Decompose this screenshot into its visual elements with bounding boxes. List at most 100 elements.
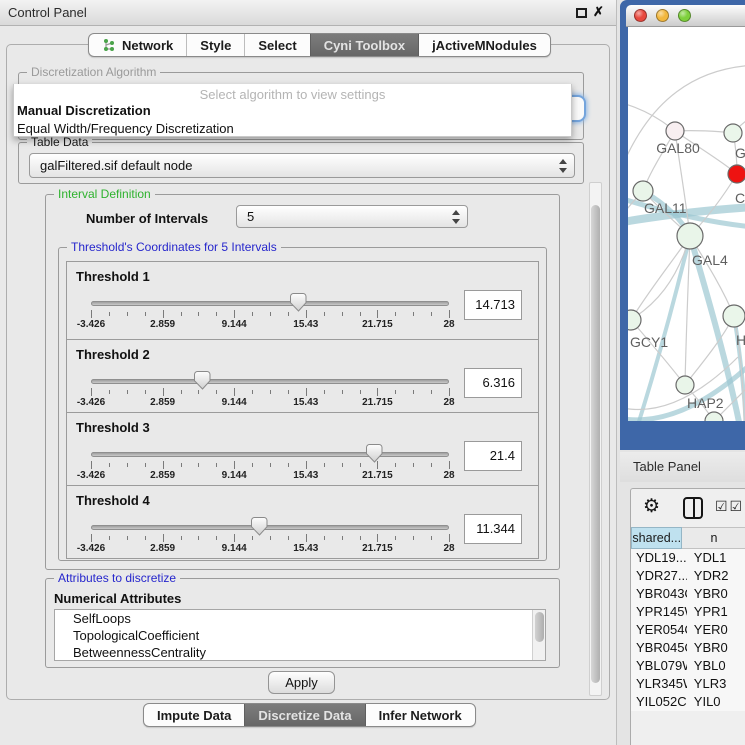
table-cell: YIL0	[687, 693, 745, 711]
slider-track[interactable]	[91, 452, 449, 457]
threshold-slider[interactable]: -3.4262.8599.14415.4321.71528	[91, 522, 449, 556]
network-node-gal11[interactable]	[633, 181, 653, 201]
table-cell: YBL0	[687, 657, 745, 675]
numerical-attributes-list[interactable]: SelfLoopsTopologicalCoefficientBetweenne…	[54, 609, 546, 661]
column-header-1[interactable]: shared...	[631, 527, 682, 549]
network-node-c[interactable]	[728, 165, 745, 183]
table-panel-header: Table Panel	[620, 452, 745, 482]
slider-thumb-icon[interactable]	[194, 371, 211, 390]
network-node-ga[interactable]	[724, 124, 742, 142]
dropdown-option-equal-width-frequency-discretization[interactable]: Equal Width/Frequency Discretization	[14, 120, 571, 138]
threshold-value-field[interactable]: 21.4	[464, 441, 522, 471]
network-node-gal80[interactable]	[666, 122, 684, 140]
algorithm-dropdown-placeholder: Select algorithm to view settings	[14, 87, 571, 102]
table-row[interactable]: YLR345WYLR3	[631, 675, 745, 693]
network-window-titlebar	[626, 5, 745, 27]
interval-definition-group-title: Interval Definition	[54, 187, 155, 201]
tab-cyni-toolbox[interactable]: Cyni Toolbox	[310, 34, 418, 56]
split-columns-icon[interactable]	[683, 497, 703, 519]
slider-tick-labels: -3.4262.8599.14415.4321.71528	[91, 470, 449, 482]
table-cell: YLR3	[687, 675, 745, 693]
table-row[interactable]: YPR145WYPR1	[631, 603, 745, 621]
slider-track[interactable]	[91, 301, 449, 306]
threshold-slider[interactable]: -3.4262.8599.14415.4321.71528	[91, 376, 449, 410]
slider-ticks	[91, 388, 449, 396]
tab-label: Style	[200, 38, 231, 53]
algorithm-dropdown-popup: Select algorithm to view settings Manual…	[13, 84, 572, 137]
tab-style[interactable]: Style	[186, 34, 244, 56]
table-row[interactable]: YBR043CYBR0	[631, 585, 745, 603]
table-data-group: Table Data galFiltered.sif default node	[18, 142, 584, 184]
attribute-item-betweennesscentrality[interactable]: BetweennessCentrality	[55, 644, 545, 661]
panel-vertical-scrollbar[interactable]	[589, 182, 602, 696]
network-node-gal4[interactable]	[677, 223, 703, 249]
number-of-intervals-value: 5	[247, 209, 254, 224]
number-of-intervals-combobox[interactable]: 5	[236, 205, 468, 228]
table-cell: YIL052C	[631, 693, 687, 711]
attribute-item-selfloops[interactable]: SelfLoops	[55, 610, 545, 627]
threshold-coordinates-group: Threshold's Coordinates for 5 Intervals …	[58, 247, 547, 561]
threshold-value-field[interactable]: 11.344	[464, 514, 522, 544]
list-scrollbar[interactable]	[532, 610, 545, 660]
tab-network[interactable]: Network	[89, 34, 186, 56]
table-cell: YDL1	[687, 549, 745, 567]
network-node-label: GAL11	[644, 200, 687, 216]
slider-thumb-icon[interactable]	[251, 517, 268, 536]
close-traffic-light-icon[interactable]	[634, 9, 647, 22]
table-cell: YPR145W	[631, 603, 687, 621]
gear-icon[interactable]: ⚙	[643, 495, 660, 518]
minimize-traffic-light-icon[interactable]	[656, 9, 669, 22]
threshold-value-field[interactable]: 14.713	[464, 290, 522, 320]
network-canvas[interactable]: GAL80GACGAL11GAL4GCY1HHAP2	[628, 27, 745, 421]
attributes-group-title: Attributes to discretize	[54, 571, 180, 585]
table-row[interactable]: YIL052CYIL0	[631, 693, 745, 711]
slider-track[interactable]	[91, 525, 449, 530]
combo-stepper-icon	[558, 158, 568, 174]
slider-tick-labels: -3.4262.8599.14415.4321.71528	[91, 397, 449, 409]
tab-jactivemnodules[interactable]: jActiveMNodules	[418, 34, 550, 56]
network-node-hap2[interactable]	[676, 376, 694, 394]
tab-infer-network[interactable]: Infer Network	[365, 704, 475, 726]
table-cell: YBR043C	[631, 585, 687, 603]
checkbox-checked-icon[interactable]: ☑☑	[715, 498, 744, 515]
column-header-2[interactable]: n	[682, 527, 745, 549]
table-cell: YDR2	[687, 567, 745, 585]
screenshot-stage: Control Panel ✗ NetworkStyleSelectCyni T…	[0, 0, 745, 745]
network-node-label: GAL80	[656, 140, 700, 156]
network-node-label: H	[736, 332, 745, 348]
threshold-slider[interactable]: -3.4262.8599.14415.4321.71528	[91, 298, 449, 332]
threshold-label: Threshold 2	[76, 347, 150, 362]
threshold-value-field[interactable]: 6.316	[464, 368, 522, 398]
float-window-icon[interactable]	[576, 8, 587, 18]
tab-impute-data[interactable]: Impute Data	[144, 704, 244, 726]
table-row[interactable]: YDL19...YDL1	[631, 549, 745, 567]
network-node-h[interactable]	[723, 305, 745, 327]
table-row[interactable]: YBL079WYBL0	[631, 657, 745, 675]
slider-track[interactable]	[91, 379, 449, 384]
tab-label: Select	[258, 38, 296, 53]
table-cell: YER054C	[631, 621, 687, 639]
apply-button[interactable]: Apply	[268, 671, 335, 694]
slider-thumb-icon[interactable]	[290, 293, 307, 312]
table-row[interactable]: YBR045CYBR0	[631, 639, 745, 657]
threshold-slider[interactable]: -3.4262.8599.14415.4321.71528	[91, 449, 449, 483]
tab-select[interactable]: Select	[244, 34, 309, 56]
threshold-row: Threshold 2 -3.4262.8599.14415.4321.7152…	[66, 339, 539, 413]
attribute-item-topologicalcoefficient[interactable]: TopologicalCoefficient	[55, 627, 545, 644]
table-data-combobox[interactable]: galFiltered.sif default node	[29, 153, 575, 178]
discretization-algorithm-group-title: Discretization Algorithm	[27, 65, 160, 79]
network-node[interactable]	[705, 412, 723, 421]
close-icon[interactable]: ✗	[593, 4, 604, 20]
network-node-gcy1[interactable]	[628, 310, 641, 330]
threshold-label: Threshold 3	[76, 420, 150, 435]
network-node-label: HAP2	[687, 395, 724, 411]
numerical-attributes-label: Numerical Attributes	[54, 591, 181, 606]
tab-discretize-data[interactable]: Discretize Data	[244, 704, 364, 726]
slider-thumb-icon[interactable]	[366, 444, 383, 463]
threshold-label: Threshold 1	[76, 269, 150, 284]
table-row[interactable]: YDR27...YDR2	[631, 567, 745, 585]
zoom-traffic-light-icon[interactable]	[678, 9, 691, 22]
dropdown-option-manual-discretization[interactable]: Manual Discretization	[14, 102, 571, 120]
table-row[interactable]: YER054CYER0	[631, 621, 745, 639]
table-panel-body: ⚙ ☑☑ shared...n YDL19...YDL1YDR27...YDR2…	[630, 488, 745, 745]
